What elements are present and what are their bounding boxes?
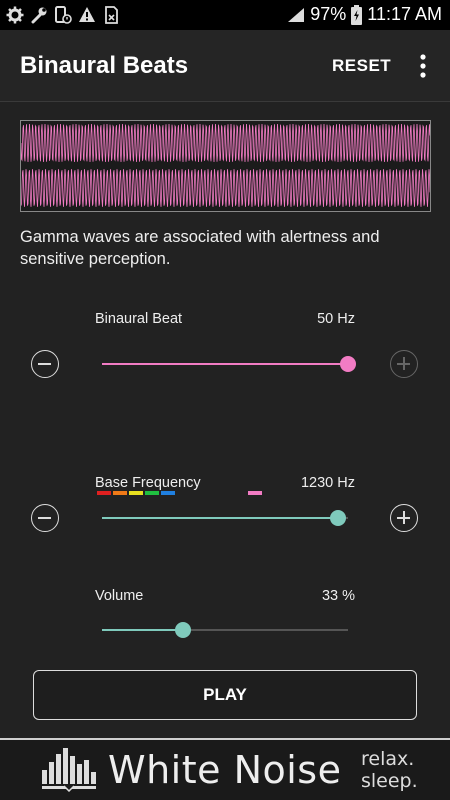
banner-tagline-sleep: sleep. bbox=[361, 770, 418, 792]
waveform-display bbox=[20, 120, 431, 212]
white-noise-logo-icon bbox=[42, 748, 96, 792]
wave-description: Gamma waves are associated with alertnes… bbox=[20, 228, 380, 268]
binaural-beat-label: Binaural Beat bbox=[95, 311, 183, 327]
volume-slider[interactable] bbox=[102, 622, 348, 638]
base-frequency-decrease-button[interactable] bbox=[31, 504, 59, 532]
waveform-channel bbox=[21, 123, 430, 163]
app-bar: Binaural Beats RESET bbox=[0, 30, 450, 102]
base-frequency-label: Base Frequency bbox=[95, 475, 201, 491]
band-color-dash bbox=[161, 491, 175, 495]
signal-icon bbox=[288, 7, 305, 22]
settings-gear-icon bbox=[6, 6, 24, 24]
status-bar: 97% 11:17 AM bbox=[0, 0, 450, 30]
band-color-dash bbox=[113, 491, 127, 495]
reset-button[interactable]: RESET bbox=[332, 56, 391, 76]
more-options-icon[interactable] bbox=[416, 52, 430, 80]
binaural-beat-value: 50 Hz bbox=[317, 311, 355, 327]
waveform-visualization bbox=[21, 123, 430, 207]
binaural-beat-increase-button[interactable] bbox=[390, 350, 418, 378]
volume-slider-thumb[interactable] bbox=[175, 622, 191, 638]
base-frequency-slider-thumb[interactable] bbox=[330, 510, 346, 526]
binaural-beat-slider-thumb[interactable] bbox=[340, 356, 356, 372]
page-title: Binaural Beats bbox=[20, 52, 189, 79]
binaural-beat-slider-fill bbox=[102, 363, 348, 365]
base-frequency-slider[interactable] bbox=[102, 510, 348, 526]
active-band-dash bbox=[248, 491, 262, 495]
base-frequency-slider-fill bbox=[102, 517, 338, 519]
notification-icons bbox=[6, 6, 120, 24]
band-color-dash bbox=[129, 491, 143, 495]
play-button[interactable]: PLAY bbox=[33, 670, 417, 720]
volume-label: Volume bbox=[95, 588, 144, 604]
battery-percent: 97% bbox=[310, 4, 347, 24]
band-color-dash bbox=[97, 491, 111, 495]
binaural-beat-slider[interactable] bbox=[102, 356, 356, 372]
main-content: Gamma waves are associated with alertnes… bbox=[0, 102, 450, 738]
phone-alarm-icon bbox=[55, 6, 72, 24]
volume-slider-fill bbox=[102, 629, 183, 631]
volume-value: 33 % bbox=[321, 588, 355, 604]
base-frequency-value: 1230 Hz bbox=[300, 475, 355, 491]
no-sim-icon bbox=[105, 6, 118, 24]
band-color-dash bbox=[145, 491, 159, 495]
base-frequency-increase-button[interactable] bbox=[390, 504, 418, 532]
banner-tagline: relax. sleep. bbox=[361, 748, 418, 792]
waveform-channel bbox=[21, 169, 430, 207]
banner-title: White Noise bbox=[108, 748, 342, 792]
warning-icon bbox=[79, 7, 95, 22]
binaural-beat-decrease-button[interactable] bbox=[31, 350, 59, 378]
system-indicators: 97% 11:17 AM bbox=[287, 4, 442, 25]
white-noise-banner[interactable]: White Noise relax. sleep. bbox=[0, 738, 450, 800]
clock: 11:17 AM bbox=[367, 4, 442, 24]
banner-tagline-relax: relax. bbox=[361, 748, 415, 770]
wrench-icon bbox=[31, 7, 47, 24]
battery-charging-icon bbox=[351, 4, 363, 25]
